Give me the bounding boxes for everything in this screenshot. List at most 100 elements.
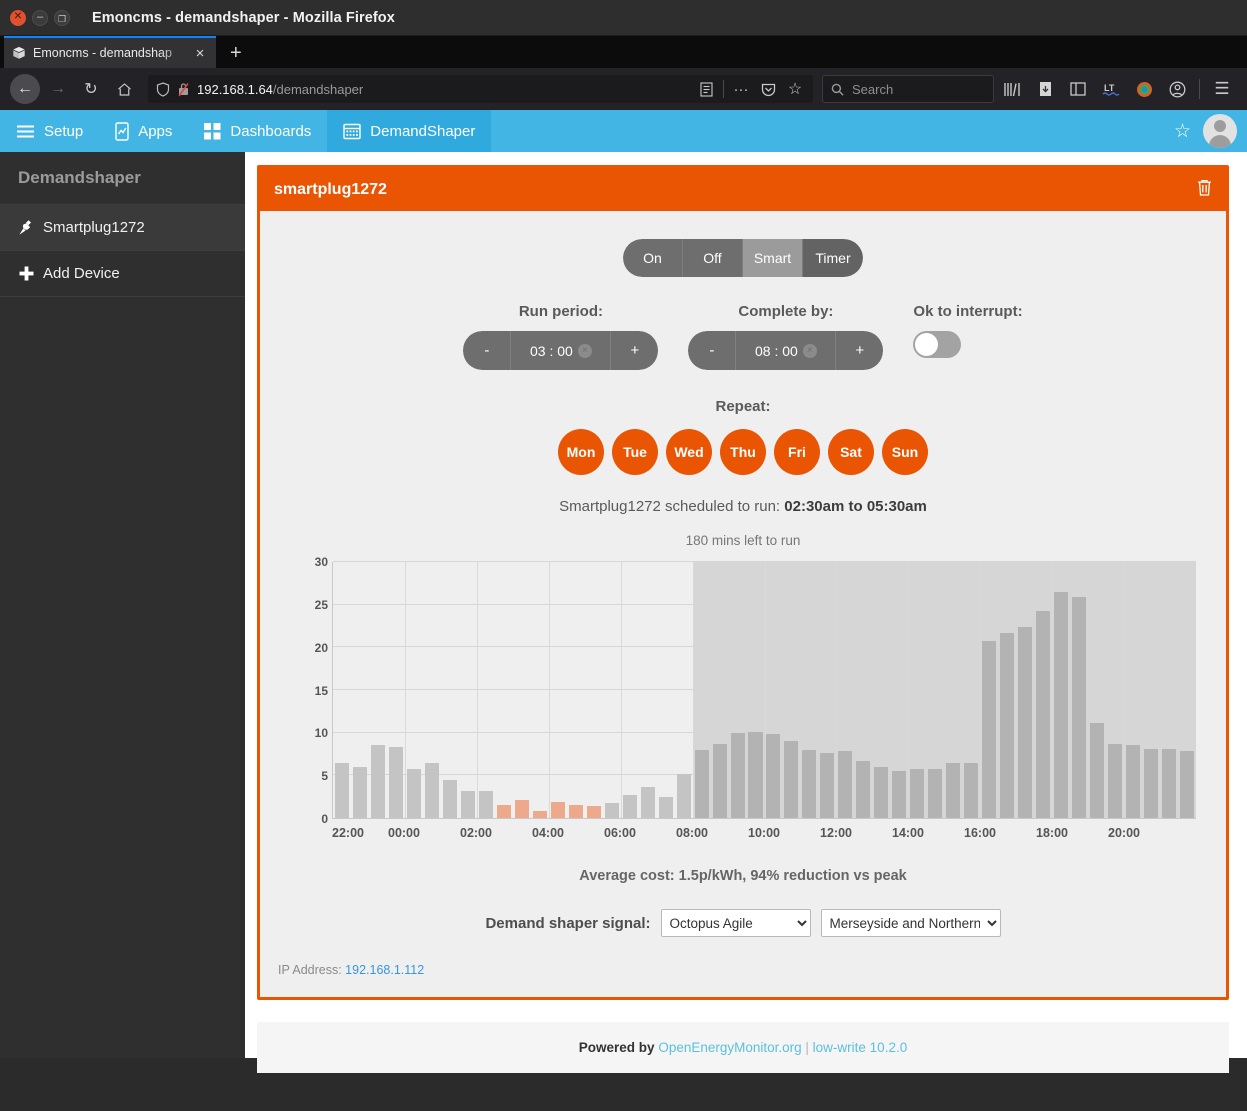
nav-item-apps[interactable]: Apps [99,110,188,152]
nav-item-dashboards[interactable]: Dashboards [188,110,327,152]
chart-bar[interactable] [568,805,583,818]
sidebar-item-add-device[interactable]: Add Device [0,251,245,297]
chart-bar[interactable] [838,750,853,818]
bookmark-star-icon[interactable]: ☆ [1162,110,1203,152]
chart-bar[interactable] [532,811,547,818]
home-icon[interactable] [109,74,139,104]
close-icon[interactable]: × [192,45,208,62]
url-bar[interactable]: 192.168.1.64/demandshaper ··· ☆ [148,75,813,103]
chart-bar[interactable] [586,806,601,818]
day-wed[interactable]: Wed [666,429,712,475]
run-period-clear-icon[interactable]: × [577,343,592,358]
browser-tab[interactable]: Emoncms - demandshap × [4,36,216,68]
chart-bar[interactable] [622,794,637,818]
window-minimize-button[interactable] [32,9,48,26]
mode-button-on[interactable]: On [623,239,683,277]
sidebar-icon[interactable] [1063,74,1093,104]
languagetool-icon[interactable]: LT [1096,74,1126,104]
day-fri[interactable]: Fri [774,429,820,475]
new-tab-button[interactable]: + [216,38,256,68]
chart-bar[interactable] [928,769,943,818]
reload-icon[interactable]: ↻ [76,74,106,104]
bookmark-star-icon[interactable]: ☆ [785,74,805,104]
hamburger-menu-icon[interactable]: ☰ [1207,74,1237,104]
chart-bar[interactable] [1090,723,1105,818]
day-mon[interactable]: Mon [558,429,604,475]
chart-bar[interactable] [406,769,421,818]
run-period-decrement[interactable]: - [463,331,512,370]
chart-bar[interactable] [604,802,619,818]
chart-bar[interactable] [550,801,565,818]
window-close-button[interactable] [10,7,26,26]
day-sat[interactable]: Sat [828,429,874,475]
chart-bar[interactable] [874,766,889,818]
chart-bar[interactable] [658,796,673,818]
complete-by-clear-icon[interactable]: × [802,343,817,358]
day-sun[interactable]: Sun [882,429,928,475]
page-actions-icon[interactable]: ··· [731,74,751,104]
downloads-icon[interactable] [1030,74,1060,104]
chart-bar[interactable] [766,734,781,818]
extension-globe-icon[interactable] [1129,74,1159,104]
chart-bar[interactable] [334,763,349,818]
chart-bar[interactable] [676,774,691,818]
chart-plot-area[interactable] [332,561,1196,819]
ip-link[interactable]: 192.168.1.112 [345,963,424,977]
pocket-icon[interactable] [758,74,778,104]
chart-bar[interactable] [946,763,961,818]
chart-bar[interactable] [802,749,817,818]
reader-view-icon[interactable] [696,74,716,104]
chart-bar[interactable] [1000,632,1015,818]
mode-button-timer[interactable]: Timer [803,239,863,277]
chart-bar[interactable] [784,741,799,818]
chart-bar[interactable] [460,790,475,818]
complete-by-value-wrap[interactable]: 08 : 00 × [736,331,836,370]
nav-item-demandshaper[interactable]: DemandShaper [327,110,492,152]
day-tue[interactable]: Tue [612,429,658,475]
signal-select[interactable]: Octopus Agile [660,909,811,937]
chart-bar[interactable] [748,731,763,818]
complete-by-increment[interactable]: + [835,331,884,370]
chart-bar[interactable] [1144,748,1159,818]
account-icon[interactable] [1162,74,1192,104]
day-thu[interactable]: Thu [720,429,766,475]
library-icon[interactable] [997,74,1027,104]
sidebar-item-smartplug1272[interactable]: Smartplug1272 [0,205,245,251]
avatar[interactable] [1203,114,1237,148]
back-icon[interactable]: ← [10,74,40,104]
chart-bar[interactable] [712,743,727,818]
mode-button-smart[interactable]: Smart [743,239,803,277]
chart-bar[interactable] [964,763,979,818]
broken-lock-icon[interactable] [177,82,190,97]
chart-bar[interactable] [856,760,871,818]
chart-bar[interactable] [1179,750,1194,818]
search-input[interactable]: Search [822,75,994,103]
chart-bar[interactable] [640,787,655,818]
chart-bar[interactable] [730,732,745,818]
chart-bar[interactable] [1072,597,1087,818]
chart-bar[interactable] [1126,744,1141,818]
footer-version[interactable]: low-write 10.2.0 [813,1040,908,1055]
chart-bar[interactable] [442,780,457,818]
run-period-value-wrap[interactable]: 03 : 00 × [511,331,611,370]
chart-bar[interactable] [1162,748,1177,818]
chart-bar[interactable] [694,749,709,818]
chart-bar[interactable] [1036,610,1051,818]
chart-bar[interactable] [388,747,403,818]
nav-item-setup[interactable]: Setup [0,110,99,152]
chart-bar[interactable] [370,744,385,818]
trash-icon[interactable] [1197,179,1212,201]
footer-link[interactable]: OpenEnergyMonitor.org [658,1040,801,1055]
chart-bar[interactable] [1054,591,1069,818]
chart-bar[interactable] [820,753,835,818]
chart-bar[interactable] [910,768,925,818]
chart-bar[interactable] [514,800,529,818]
chart-bar[interactable] [892,771,907,818]
chart-bar[interactable] [496,805,511,818]
mode-button-off[interactable]: Off [683,239,743,277]
chart-bar[interactable] [352,766,367,818]
region-select[interactable]: Merseyside and Northern Wales [820,909,1001,937]
chart-bar[interactable] [1018,626,1033,818]
chart-bar[interactable] [982,640,997,818]
ok-to-interrupt-toggle[interactable] [913,331,962,358]
